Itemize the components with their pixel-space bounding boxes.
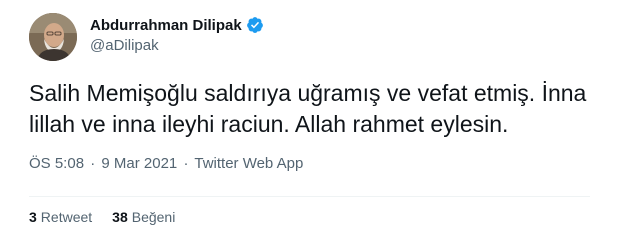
author-handle[interactable]: @aDilipak: [90, 37, 159, 54]
tweet-stats: 3 Retweet 38 Beğeni: [29, 209, 195, 225]
author-display-name[interactable]: Abdurrahman Dilipak: [90, 17, 242, 34]
retweet-stat[interactable]: 3 Retweet: [29, 209, 92, 225]
avatar[interactable]: [29, 13, 77, 61]
like-count: 38: [112, 209, 128, 225]
divider: [29, 196, 590, 197]
meta-separator: ·: [183, 155, 189, 172]
author-name-row: Abdurrahman Dilipak: [90, 15, 264, 35]
like-label: Beğeni: [131, 209, 176, 225]
tweet-text: Salih Memişoğlu saldırıya uğramış ve vef…: [29, 80, 587, 137]
verified-badge-icon: [246, 16, 264, 34]
tweet-date[interactable]: 9 Mar 2021: [101, 155, 177, 172]
retweet-count: 3: [29, 209, 37, 225]
tweet-source[interactable]: Twitter Web App: [194, 155, 303, 172]
avatar-photo: [29, 13, 77, 61]
retweet-label: Retweet: [40, 209, 93, 225]
like-stat[interactable]: 38 Beğeni: [112, 209, 175, 225]
tweet-time[interactable]: ÖS 5:08: [29, 155, 84, 172]
tweet-card: Abdurrahman Dilipak @aDilipak Salih Memi…: [0, 0, 619, 244]
meta-separator: ·: [90, 155, 96, 172]
tweet-meta: ÖS 5:08 · 9 Mar 2021 · Twitter Web App: [29, 155, 303, 172]
